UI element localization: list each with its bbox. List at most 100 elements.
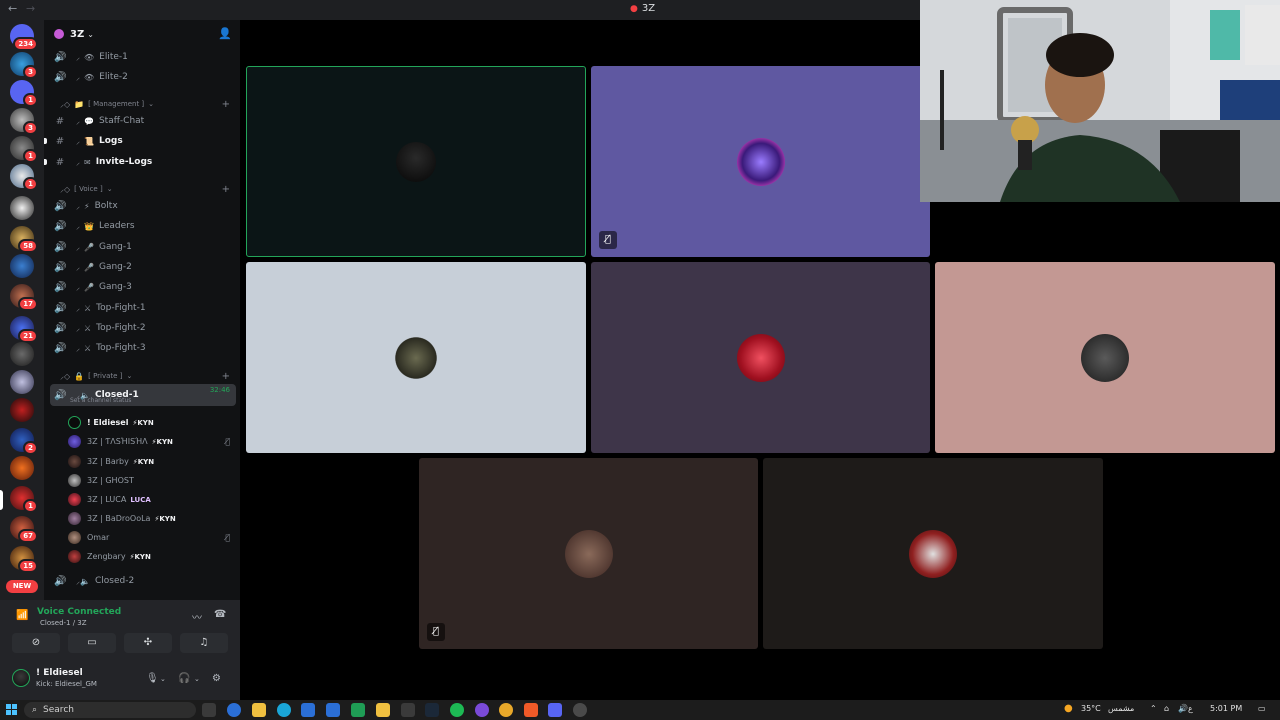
- channel-closed-2[interactable]: 🔊 ⸝🔈 Closed-2: [44, 572, 240, 590]
- voice-user[interactable]: 3Z | GHOST: [68, 472, 238, 489]
- server-icon-3z[interactable]: 1: [10, 486, 38, 513]
- category-voice[interactable]: ⸝◇[ Voice ] ⌄ +: [44, 180, 240, 198]
- server-header[interactable]: 3Z ⌄ 👤: [44, 20, 240, 48]
- server-icon[interactable]: [10, 370, 34, 394]
- add-channel-icon[interactable]: +: [222, 371, 230, 382]
- participant-tile[interactable]: [246, 66, 586, 257]
- channel-closed-1[interactable]: 🔊 ⸝🔈 Closed-1 32:46 Set a channel status: [50, 384, 236, 406]
- server-icon[interactable]: 3: [10, 108, 38, 135]
- brave-icon[interactable]: [524, 703, 538, 717]
- camera-off-button[interactable]: ⊘: [12, 633, 60, 653]
- server-icon[interactable]: 2: [10, 428, 38, 455]
- steam-icon[interactable]: [425, 703, 439, 717]
- user-name[interactable]: ! Eldiesel: [36, 668, 83, 678]
- channel-top-fight-3[interactable]: 🔊 ⸝ ⚔ Top-Fight-3: [44, 339, 240, 357]
- server-icon[interactable]: 17: [10, 284, 38, 311]
- channel-leaders[interactable]: 🔊 ⸝ 👑 Leaders: [44, 217, 240, 235]
- taskbar-search[interactable]: ⌕ Search: [24, 702, 196, 718]
- excel-icon[interactable]: [351, 703, 365, 717]
- channel-status-prompt[interactable]: Set a channel status: [70, 397, 131, 404]
- invite-people-icon[interactable]: 👤: [218, 27, 232, 40]
- app-icon[interactable]: [326, 703, 340, 717]
- server-icon[interactable]: [10, 254, 34, 278]
- channel-elite-2[interactable]: 🔊 ⸝ 👁 Elite-2: [44, 68, 240, 86]
- server-icon[interactable]: [10, 342, 34, 366]
- server-icon[interactable]: [10, 196, 34, 220]
- noise-suppression-icon[interactable]: 〰: [192, 609, 202, 624]
- microphone-icon[interactable]: 🎙: [146, 673, 159, 684]
- spotify-icon[interactable]: [450, 703, 464, 717]
- network-icon[interactable]: ⌂: [1164, 704, 1169, 713]
- copilot-icon[interactable]: [227, 703, 241, 717]
- server-icon[interactable]: 67: [10, 516, 38, 543]
- channel-logs[interactable]: # ⸝ 📜 Logs: [44, 132, 240, 150]
- chrome-icon[interactable]: [499, 703, 513, 717]
- participant-tile[interactable]: [935, 262, 1275, 453]
- participant-tile[interactable]: 🎙̸: [419, 458, 758, 649]
- server-icon[interactable]: 3: [10, 52, 38, 79]
- server-icon[interactable]: [10, 456, 34, 480]
- back-arrow-icon[interactable]: ←: [8, 2, 17, 15]
- soundboard-button[interactable]: ♫: [180, 633, 228, 653]
- screen-share-button[interactable]: ▭: [68, 633, 116, 653]
- edge-icon[interactable]: [277, 703, 291, 717]
- disconnect-icon[interactable]: ☎: [214, 609, 226, 620]
- server-icon[interactable]: 21: [10, 316, 38, 343]
- channel-staff-chat[interactable]: # ⸝ 💬 Staff-Chat: [44, 112, 240, 130]
- file-explorer-icon[interactable]: [252, 703, 266, 717]
- activities-button[interactable]: ✣: [124, 633, 172, 653]
- chevron-down-icon[interactable]: ⌄: [160, 675, 166, 683]
- voice-user[interactable]: 3Z | BaDroOoLa ⚡KYN: [68, 510, 238, 527]
- category-management[interactable]: ⸝◇ 📁[ Management ] ⌄ +: [44, 95, 240, 113]
- chevron-down-icon[interactable]: ⌄: [194, 675, 200, 683]
- channel-gang-3[interactable]: 🔊 ⸝ 🎤 Gang-3: [44, 278, 240, 296]
- voice-user[interactable]: 3Z | LUCA LUCA: [68, 491, 238, 508]
- server-icon[interactable]: 1: [10, 136, 38, 163]
- task-view-icon[interactable]: [202, 703, 216, 717]
- voice-user[interactable]: Omar 🎙̸: [68, 529, 238, 546]
- server-icon[interactable]: 1: [10, 164, 38, 191]
- server-icon[interactable]: 58: [10, 226, 38, 253]
- server-icon[interactable]: 1: [10, 80, 38, 107]
- voice-channel-path[interactable]: Closed-1 / 3Z: [40, 619, 87, 627]
- notification-icon[interactable]: ▭: [1258, 704, 1266, 713]
- chevron-up-icon[interactable]: ⌃: [1150, 704, 1157, 713]
- channel-top-fight-1[interactable]: 🔊 ⸝ ⚔ Top-Fight-1: [44, 299, 240, 317]
- channel-gang-2[interactable]: 🔊 ⸝ 🎤 Gang-2: [44, 258, 240, 276]
- channel-elite-1[interactable]: 🔊 ⸝ 👁 Elite-1: [44, 48, 240, 66]
- channel-boltx[interactable]: 🔊 ⸝ ⚡ Boltx: [44, 197, 240, 215]
- voice-user[interactable]: 3Z | Barby ⚡KYN: [68, 453, 238, 470]
- category-private[interactable]: ⸝◇ 🔒[ Private ] ⌄ +: [44, 367, 240, 385]
- folder-icon[interactable]: [376, 703, 390, 717]
- user-avatar[interactable]: [12, 669, 30, 687]
- channel-invite-logs[interactable]: # ⸝ ✉ Invite-Logs: [44, 153, 240, 171]
- channel-top-fight-2[interactable]: 🔊 ⸝ ⚔ Top-Fight-2: [44, 319, 240, 337]
- store-icon[interactable]: [301, 703, 315, 717]
- home-server-icon[interactable]: 234: [10, 24, 38, 51]
- voice-user[interactable]: Zengbary ⚡KYN: [68, 548, 238, 565]
- participant-tile[interactable]: 🎙̸: [591, 66, 930, 257]
- voice-user[interactable]: ! Eldiesel ⚡KYN: [68, 414, 238, 431]
- add-channel-icon[interactable]: +: [222, 99, 230, 110]
- windows-start-icon[interactable]: [6, 704, 17, 715]
- gear-icon[interactable]: ⚙: [212, 673, 221, 684]
- participant-tile[interactable]: [763, 458, 1103, 649]
- discord-icon[interactable]: [548, 703, 562, 717]
- app-icon[interactable]: [475, 703, 489, 717]
- clock[interactable]: 5:01 PM: [1210, 704, 1242, 713]
- add-channel-icon[interactable]: +: [222, 184, 230, 195]
- channel-gang-1[interactable]: 🔊 ⸝ 🎤 Gang-1: [44, 238, 240, 256]
- forward-arrow-icon[interactable]: →: [26, 2, 35, 15]
- server-icon[interactable]: [10, 398, 34, 422]
- participant-tile[interactable]: [246, 262, 586, 453]
- voice-status[interactable]: Voice Connected: [37, 607, 121, 617]
- weather-temp[interactable]: 35°C: [1081, 704, 1101, 713]
- server-icon[interactable]: 15: [10, 546, 38, 573]
- obs-icon[interactable]: [573, 703, 587, 717]
- app-icon[interactable]: [401, 703, 415, 717]
- participant-tile[interactable]: [591, 262, 930, 453]
- headphones-icon[interactable]: 🎧: [178, 673, 190, 684]
- volume-icon[interactable]: 🔊: [1178, 704, 1188, 713]
- input-language[interactable]: ع: [1188, 704, 1193, 713]
- voice-user[interactable]: 3Z | ƬΛЅΉIЅΉΛ ⚡KYN 🎙̸: [68, 433, 238, 450]
